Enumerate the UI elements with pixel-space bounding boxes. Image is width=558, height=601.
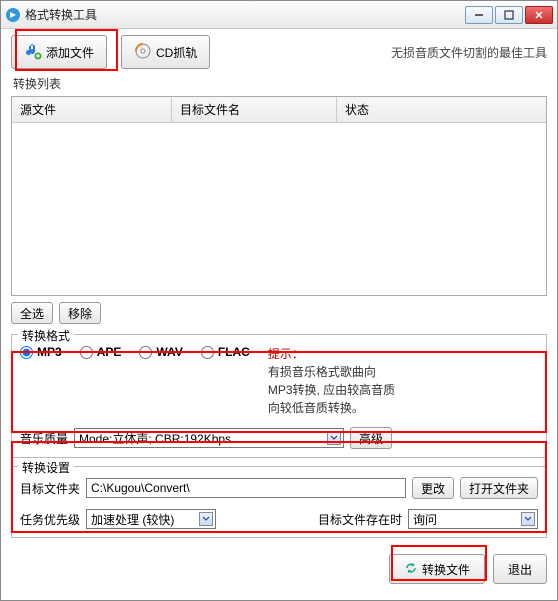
maximize-button[interactable] [495, 6, 523, 24]
titlebar: 格式转换工具 [1, 1, 557, 29]
promo-text: 无损音质文件切割的最佳工具 [391, 44, 547, 61]
advanced-button[interactable]: 高级 [350, 427, 392, 449]
dir-label: 目标文件夹 [20, 480, 80, 497]
close-button[interactable] [525, 6, 553, 24]
radio-ape[interactable]: APE [80, 345, 122, 359]
add-file-label: 添加文件 [46, 44, 94, 61]
list-section-label: 转换列表 [13, 75, 547, 92]
exit-button[interactable]: 退出 [493, 554, 547, 584]
priority-select[interactable]: 加速处理 (较快) [86, 509, 216, 529]
cd-rip-button[interactable]: CD抓轨 [121, 35, 210, 69]
format-fieldset: 转换格式 MP3 APE WAV FLAC 提示： 有损音乐格式歌曲向MP3转换… [11, 334, 547, 458]
minimize-button[interactable] [465, 6, 493, 24]
convert-label: 转换文件 [422, 561, 470, 578]
window-title: 格式转换工具 [25, 6, 97, 23]
dir-input[interactable] [86, 478, 406, 498]
chevron-down-icon [327, 431, 341, 445]
convert-button[interactable]: 转换文件 [389, 554, 485, 584]
priority-label: 任务优先级 [20, 511, 80, 528]
app-icon [5, 7, 21, 23]
format-tip: 提示： 有损音乐格式歌曲向MP3转换, 应由较高音质向较低音质转换。 [268, 345, 398, 417]
cd-rip-label: CD抓轨 [156, 44, 197, 61]
add-file-button[interactable]: 添加文件 [11, 35, 107, 69]
music-add-icon [24, 42, 42, 63]
col-status[interactable]: 状态 [337, 97, 546, 122]
settings-fieldset: 转换设置 目标文件夹 更改 打开文件夹 任务优先级 加速处理 (较快) 目标文件… [11, 466, 547, 538]
open-dir-button[interactable]: 打开文件夹 [460, 477, 538, 499]
select-all-button[interactable]: 全选 [11, 302, 53, 324]
chevron-down-icon [521, 512, 535, 526]
radio-flac[interactable]: FLAC [201, 345, 250, 359]
quality-select[interactable]: Mode:立体声; CBR:192Kbps [74, 428, 344, 448]
quality-label: 音乐质量 [20, 430, 68, 447]
refresh-icon [404, 561, 418, 578]
cd-icon [134, 42, 152, 63]
radio-mp3[interactable]: MP3 [20, 345, 62, 359]
conversion-list: 源文件 目标文件名 状态 [11, 96, 547, 296]
chevron-down-icon [199, 512, 213, 526]
format-legend: 转换格式 [18, 327, 74, 344]
col-source[interactable]: 源文件 [12, 97, 172, 122]
exists-label: 目标文件存在时 [318, 511, 402, 528]
exists-select[interactable]: 询问 [408, 509, 538, 529]
settings-legend: 转换设置 [18, 459, 74, 476]
remove-button[interactable]: 移除 [59, 302, 101, 324]
col-target[interactable]: 目标文件名 [172, 97, 337, 122]
radio-wav[interactable]: WAV [139, 345, 182, 359]
list-header: 源文件 目标文件名 状态 [12, 97, 546, 123]
change-dir-button[interactable]: 更改 [412, 477, 454, 499]
